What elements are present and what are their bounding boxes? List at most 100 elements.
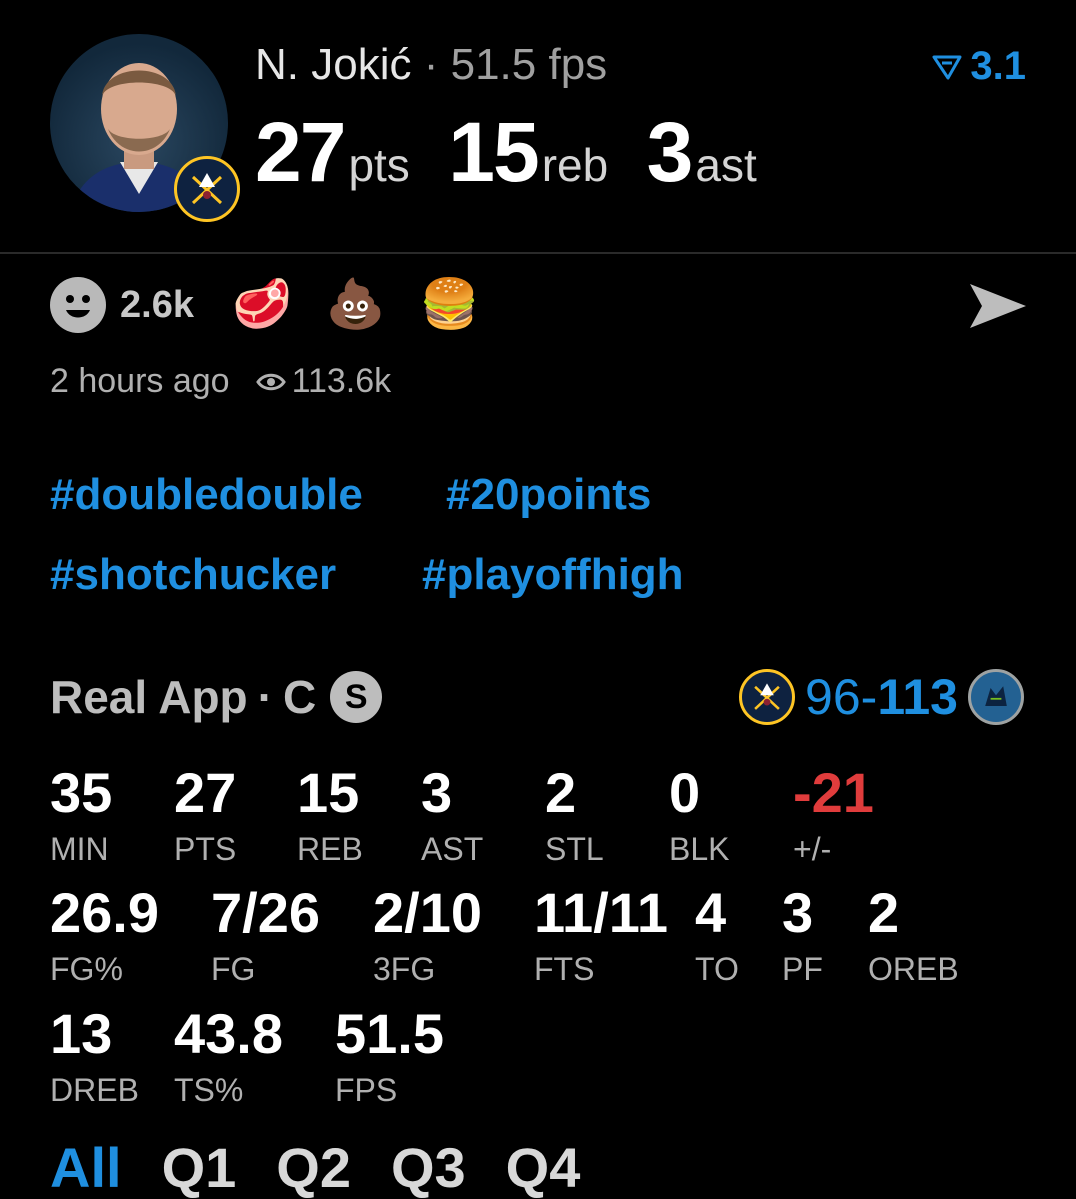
stat-value: 35: [50, 761, 113, 824]
smiley-reaction-icon[interactable]: [50, 277, 106, 333]
stat-value: 2: [545, 761, 577, 824]
stat-value: 3: [421, 761, 453, 824]
stat-value: -21: [793, 761, 874, 824]
stat-pf: 3 PF: [782, 885, 823, 988]
quarter-tabs: All Q1 Q2 Q3 Q4: [50, 1140, 580, 1196]
stat-label: STL: [545, 831, 604, 867]
stat-value: 15: [297, 761, 360, 824]
tab-q3[interactable]: Q3: [391, 1140, 466, 1196]
stat-blk: 0 BLK: [669, 765, 729, 868]
tag-doubledouble[interactable]: #doubledouble: [50, 470, 363, 520]
score-dash: -: [860, 669, 878, 725]
stat-plus-minus: -21 +/-: [793, 765, 874, 868]
player-name[interactable]: N. Jokić: [255, 40, 411, 89]
stat-value: 13: [50, 1002, 113, 1065]
title-separator: ·: [423, 40, 439, 89]
tab-q2[interactable]: Q2: [276, 1140, 351, 1196]
stat-value: 3: [782, 881, 814, 944]
player-title: N. Jokić · 51.5 fps: [255, 40, 607, 90]
home-score: 96: [805, 669, 861, 725]
headline-pts-unit: pts: [348, 139, 410, 191]
views: 113.6k: [255, 362, 392, 401]
funnel-icon: [932, 55, 962, 79]
stat-pts: 27 PTS: [174, 765, 236, 868]
stat-value: 27: [174, 761, 237, 824]
stat-stl: 2 STL: [545, 765, 604, 868]
stat-label: FG%: [50, 951, 123, 987]
stat-3fg: 2/10 3FG: [373, 885, 482, 988]
stat-value: 4: [695, 881, 727, 944]
fps-summary: 51.5 fps: [450, 40, 608, 89]
burger-emoji-icon[interactable]: 🍔: [420, 281, 480, 329]
nuggets-logo-icon: [739, 669, 796, 725]
stat-label: FPS: [335, 1072, 398, 1108]
player-position: C: [282, 671, 317, 723]
stat-value: 51.5: [335, 1002, 444, 1065]
stat-label: TO: [695, 951, 739, 987]
stat-min: 35 MIN: [50, 765, 112, 868]
stat-value: 7/26: [211, 881, 320, 944]
stat-label: TS%: [174, 1072, 244, 1108]
game-score[interactable]: 96-113: [739, 668, 1024, 726]
headline-pts-value: 27: [255, 105, 346, 199]
reactions-bar: 2.6k 🥩 💩 🍔: [50, 277, 513, 333]
stat-ast: 3 AST: [421, 765, 483, 868]
source-label[interactable]: Real App: [50, 670, 248, 724]
stat-label: DREB: [50, 1072, 139, 1108]
view-count: 113.6k: [291, 362, 392, 400]
stat-fts: 11/11 FTS: [534, 885, 668, 988]
stat-oreb: 2 OREB: [868, 885, 959, 988]
s-badge: S: [330, 671, 383, 723]
stat-label: PF: [782, 951, 823, 987]
headline-reb-value: 15: [448, 105, 539, 199]
stat-fps: 51.5 FPS: [335, 1006, 444, 1109]
stat-label: PTS: [174, 831, 237, 867]
poop-emoji-icon[interactable]: 💩: [326, 281, 386, 329]
tag-playoffhigh[interactable]: #playoffhigh: [422, 550, 684, 600]
stat-to: 4 TO: [695, 885, 739, 988]
headline-ast-value: 3: [646, 105, 694, 199]
send-icon: [970, 284, 1026, 328]
time-ago: 2 hours ago: [50, 362, 230, 400]
stat-value: 26.9: [50, 881, 159, 944]
stat-label: AST: [421, 831, 484, 867]
stat-label: OREB: [868, 951, 959, 987]
header-divider: [0, 252, 1076, 254]
tag-shotchucker[interactable]: #shotchucker: [50, 550, 336, 600]
stat-dreb: 13 DREB: [50, 1006, 139, 1109]
stat-fg: 7/26 FG: [211, 885, 320, 988]
tag-20points[interactable]: #20points: [446, 470, 651, 520]
headline-reb-unit: reb: [541, 139, 609, 191]
away-score: 113: [877, 669, 958, 725]
stat-value: 2: [868, 881, 900, 944]
stat-label: MIN: [50, 831, 109, 867]
source-row: Real App · C S: [50, 670, 383, 724]
tab-q1[interactable]: Q1: [162, 1140, 237, 1196]
rating-value: 3.1: [970, 44, 1026, 88]
stat-value: 43.8: [174, 1002, 283, 1065]
stat-reb: 15 REB: [297, 765, 363, 868]
tab-q4[interactable]: Q4: [506, 1140, 581, 1196]
stat-value: 2/10: [373, 881, 482, 944]
eye-icon: [255, 373, 286, 390]
stat-label: FG: [211, 951, 256, 987]
tab-all[interactable]: All: [50, 1140, 122, 1196]
source-separator: ·: [257, 671, 273, 723]
headline-stats: 27pts 15reb 3ast: [255, 104, 791, 201]
stat-label: +/-: [793, 831, 832, 867]
rating-badge[interactable]: 3.1: [932, 44, 1026, 89]
stat-ts-pct: 43.8 TS%: [174, 1006, 283, 1109]
post-meta: 2 hours ago 113.6k: [50, 362, 391, 401]
stat-label: REB: [297, 831, 363, 867]
stat-fg-pct: 26.9 FG%: [50, 885, 159, 988]
send-button[interactable]: [968, 280, 1028, 337]
timberwolves-logo-icon: [968, 669, 1024, 725]
nuggets-badge-icon: [174, 156, 240, 222]
reaction-count: 2.6k: [120, 283, 194, 326]
stat-label: BLK: [669, 831, 730, 867]
stat-label: 3FG: [373, 951, 436, 987]
score-text: 96-113: [805, 668, 958, 726]
steak-emoji-icon[interactable]: 🥩: [232, 281, 292, 329]
stat-label: FTS: [534, 951, 595, 987]
stat-value: 0: [669, 761, 701, 824]
